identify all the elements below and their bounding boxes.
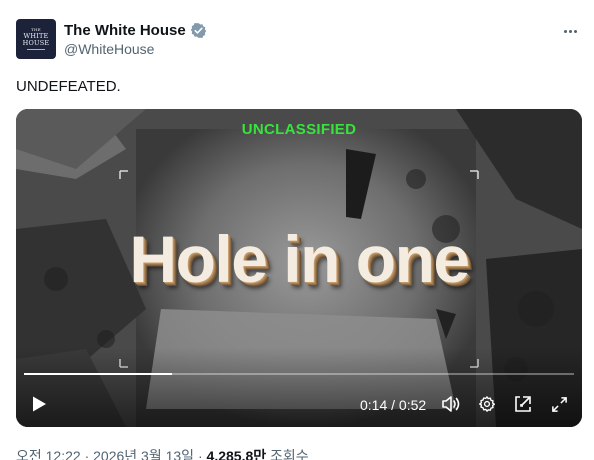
video-overlay-title: Hole in one — [129, 222, 470, 296]
settings-icon[interactable] — [476, 394, 498, 414]
progress-bar[interactable] — [24, 373, 574, 375]
avatar[interactable]: THE WHITE HOUSE — [16, 19, 56, 59]
play-icon[interactable] — [28, 393, 50, 415]
classification-label: UNCLASSIFIED — [241, 121, 357, 138]
post-date[interactable]: 2026년 3월 13일 — [93, 448, 194, 460]
video-player[interactable]: UNCLASSIFIED Hole in one 0:14 / 0:52 — [16, 109, 582, 427]
progress-fill — [24, 373, 172, 375]
metadata-separator: · — [194, 448, 207, 460]
views-label: 조회수 — [266, 448, 309, 460]
verified-badge-icon — [190, 22, 207, 39]
display-name[interactable]: The White House — [64, 22, 186, 39]
metadata-separator: · — [80, 448, 94, 460]
avatar-logo-rule — [27, 49, 45, 50]
views-count: 4,285.8만 — [206, 448, 267, 460]
post-text: UNDEFEATED. — [16, 78, 121, 95]
account-handle[interactable]: @WhiteHouse — [64, 41, 207, 57]
volume-icon[interactable] — [440, 394, 462, 414]
fullscreen-icon[interactable] — [548, 394, 570, 414]
name-row: The White House — [64, 22, 207, 39]
picture-in-picture-icon[interactable] — [512, 394, 534, 414]
account-identity: The White House @WhiteHouse — [64, 19, 207, 59]
post-time[interactable]: 오전 12:22 — [16, 448, 81, 460]
post-header: THE WHITE HOUSE The White House @WhiteHo… — [16, 19, 582, 61]
video-time: 0:14 / 0:52 — [360, 397, 427, 413]
post: THE WHITE HOUSE The White House @WhiteHo… — [0, 0, 594, 460]
avatar-logo-line2: HOUSE — [22, 38, 50, 47]
more-icon[interactable] — [558, 21, 582, 41]
post-metadata: 오전 12:22 · 2026년 3월 13일 · 4,285.8만 조회수 — [16, 446, 309, 460]
